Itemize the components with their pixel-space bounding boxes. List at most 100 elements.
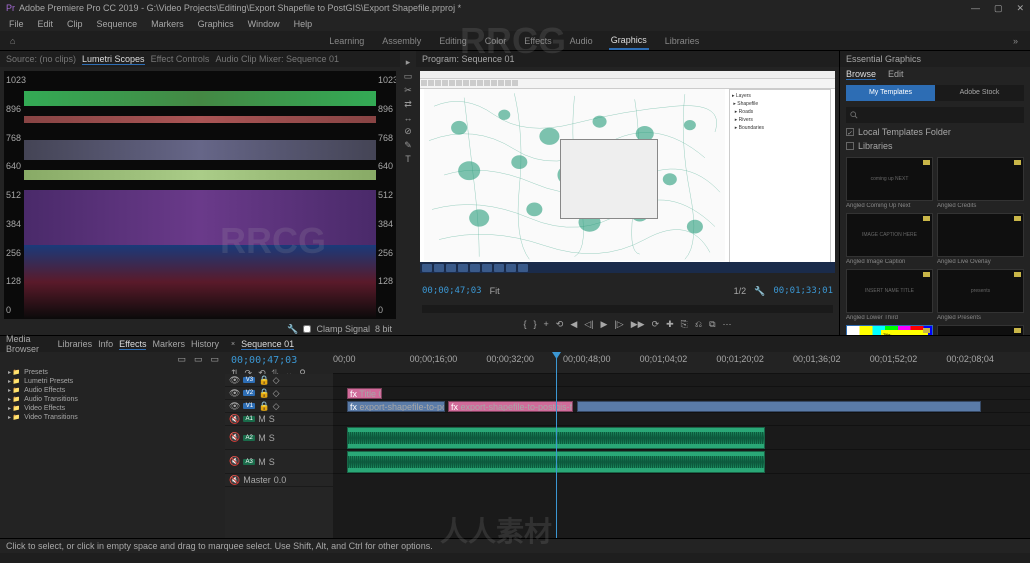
bin-lumetri-presets[interactable]: Lumetri Presets <box>4 377 221 386</box>
timeline-content[interactable]: fx Title 0... fx export-shapefile-to-pos… <box>333 374 1030 538</box>
tab-source[interactable]: Source: (no clips) <box>6 54 76 64</box>
workspace-learning[interactable]: Learning <box>327 33 366 49</box>
eg-tab-browse[interactable]: Browse <box>846 69 876 80</box>
workspace-libraries[interactable]: Libraries <box>663 33 702 49</box>
eg-template-item[interactable]: Angled Live Overlay <box>937 213 1024 265</box>
menu-window[interactable]: Window <box>243 18 285 30</box>
track-a2[interactable]: A2 <box>243 435 255 441</box>
menu-edit[interactable]: Edit <box>33 18 59 30</box>
pen-tool[interactable]: ⊘ <box>404 126 412 137</box>
wrench-icon[interactable]: 🔧 <box>287 324 298 335</box>
menu-markers[interactable]: Markers <box>146 18 189 30</box>
tab-effects[interactable]: Effects <box>119 339 146 350</box>
slip-tool[interactable]: ↔ <box>404 113 413 123</box>
clip-video-3[interactable] <box>577 401 981 412</box>
tab-markers[interactable]: Markers <box>152 339 185 349</box>
play-button[interactable]: ▶ <box>601 319 608 330</box>
eg-libraries-checkbox[interactable] <box>846 142 854 150</box>
tab-lumetri-scopes[interactable]: Lumetri Scopes <box>82 54 145 65</box>
go-to-out-button[interactable]: ▶▶ <box>631 319 645 330</box>
workspace-color[interactable]: Color <box>483 33 509 49</box>
tab-effect-controls[interactable]: Effect Controls <box>151 54 210 64</box>
eg-template-item[interactable]: coming up NEXTAngled Coming Up Next <box>846 157 933 209</box>
program-scrubber[interactable] <box>422 305 833 313</box>
menu-sequence[interactable]: Sequence <box>92 18 143 30</box>
window-close[interactable]: ✕ <box>1016 3 1024 14</box>
bin-audio-effects[interactable]: Audio Effects <box>4 386 221 395</box>
track-a1[interactable]: A1 <box>243 416 255 422</box>
clip-video-2[interactable]: fx export-shapefile-to-postgis-from-ArcM… <box>448 401 573 412</box>
eg-search-input[interactable] <box>846 107 1024 123</box>
button-editor[interactable]: ⋯ <box>723 319 732 330</box>
program-tc[interactable]: 00;00;47;03 <box>422 286 482 296</box>
comparison-view-button[interactable]: ⧉ <box>709 319 715 330</box>
clamp-signal-checkbox[interactable] <box>303 325 311 333</box>
step-back-button[interactable]: ◀ <box>570 319 577 330</box>
eg-template-item[interactable]: INSERT NAME TITLEAngled Lower Third <box>846 269 933 321</box>
bin-video-effects[interactable]: Video Effects <box>4 404 221 413</box>
eg-tab-edit[interactable]: Edit <box>888 69 904 79</box>
menu-clip[interactable]: Clip <box>62 18 88 30</box>
tab-info[interactable]: Info <box>98 339 113 349</box>
workspace-assembly[interactable]: Assembly <box>380 33 423 49</box>
timeline-tc[interactable]: 00;00;47;03 <box>231 355 327 366</box>
workspace-effects[interactable]: Effects <box>522 33 553 49</box>
workspace-editing[interactable]: Editing <box>437 33 469 49</box>
play-reverse-button[interactable]: ◁| <box>584 319 593 330</box>
playhead[interactable] <box>556 352 557 538</box>
timeline-tab[interactable]: Sequence 01 <box>241 339 294 350</box>
track-v1[interactable]: V1 <box>243 403 255 409</box>
eg-adobe-stock[interactable]: Adobe Stock <box>935 85 1024 101</box>
lumetri-scope[interactable]: 10238967686405123842561280 1023896768640… <box>4 71 396 319</box>
export-frame-button[interactable]: ⎌ <box>695 319 702 330</box>
mark-in-button[interactable]: { <box>524 319 527 329</box>
eg-template-item[interactable]: Angled Credits <box>937 157 1024 209</box>
bit-depth[interactable]: 8 bit <box>375 324 392 334</box>
ripple-edit-tool[interactable]: ✂ <box>404 85 412 96</box>
clip-video-1[interactable]: fx export-shapefile-to-postgis-fro... <box>347 401 445 412</box>
zoom-dropdown[interactable]: 1/2 <box>734 286 747 296</box>
add-marker-button[interactable]: + <box>544 319 549 329</box>
bin-video-transitions[interactable]: Video Transitions <box>4 413 221 422</box>
program-tab[interactable]: Program: Sequence 01 <box>422 54 515 64</box>
tab-libraries[interactable]: Libraries <box>58 339 93 349</box>
track-v3[interactable]: V3 <box>243 377 255 383</box>
tab-media-browser[interactable]: Media Browser <box>6 334 52 354</box>
workspace-audio[interactable]: Audio <box>568 33 595 49</box>
eg-template-item[interactable]: YOUR TITLE HEREAngled Title <box>937 325 1024 335</box>
menu-help[interactable]: Help <box>289 18 318 30</box>
wrench-icon[interactable]: 🔧 <box>754 286 765 297</box>
selection-tool[interactable]: ▸ <box>406 57 411 68</box>
step-forward-button[interactable]: |▷ <box>614 319 623 330</box>
tab-audio-clip-mixer[interactable]: Audio Clip Mixer: Sequence 01 <box>215 54 339 64</box>
lift-button[interactable]: ✚ <box>666 319 674 330</box>
home-icon[interactable]: ⌂ <box>8 33 17 49</box>
eg-template-item[interactable]: IMAGE CAPTION HEREAngled Image Caption <box>846 213 933 265</box>
menu-file[interactable]: File <box>4 18 29 30</box>
window-minimize[interactable]: — <box>971 3 980 14</box>
type-tool[interactable]: T <box>405 154 411 164</box>
track-v2[interactable]: V2 <box>243 390 255 396</box>
extract-button[interactable]: ⎘ <box>681 319 688 330</box>
eg-my-templates[interactable]: My Templates <box>846 85 935 101</box>
loop-button[interactable]: ⟳ <box>652 319 660 330</box>
menu-graphics[interactable]: Graphics <box>193 18 239 30</box>
track-select-tool[interactable]: ▭ <box>404 71 413 82</box>
effects-yuv-icon[interactable]: ▭ <box>210 354 219 365</box>
tab-history[interactable]: History <box>191 339 219 349</box>
effects-32bit-icon[interactable]: ▭ <box>194 354 203 365</box>
track-a3[interactable]: A3 <box>243 459 255 465</box>
bin-presets[interactable]: Presets <box>4 368 221 377</box>
clip-title[interactable]: fx Title 0... <box>347 388 382 399</box>
eg-template-item[interactable]: Title:Director:DP:Angled Slate <box>846 325 933 335</box>
program-monitor[interactable]: ▸ Layers ▸ Shapefile ▸ Roads ▸ Rivers ▸ … <box>420 71 835 273</box>
hand-tool[interactable]: ✎ <box>404 140 412 151</box>
eg-template-item[interactable]: presentsAngled Presents <box>937 269 1024 321</box>
timeline-ruler[interactable]: 00;00 00;00;16;00 00;00;32;00 00;00;48;0… <box>333 352 1030 374</box>
window-maximize[interactable]: ▢ <box>994 3 1003 14</box>
fit-dropdown[interactable]: Fit <box>490 286 500 296</box>
track-master[interactable]: Master <box>243 475 271 485</box>
eg-local-folder-checkbox[interactable] <box>846 128 854 136</box>
razor-tool[interactable]: ⇄ <box>404 99 412 110</box>
effects-filter-icon[interactable]: ▭ <box>177 354 186 365</box>
